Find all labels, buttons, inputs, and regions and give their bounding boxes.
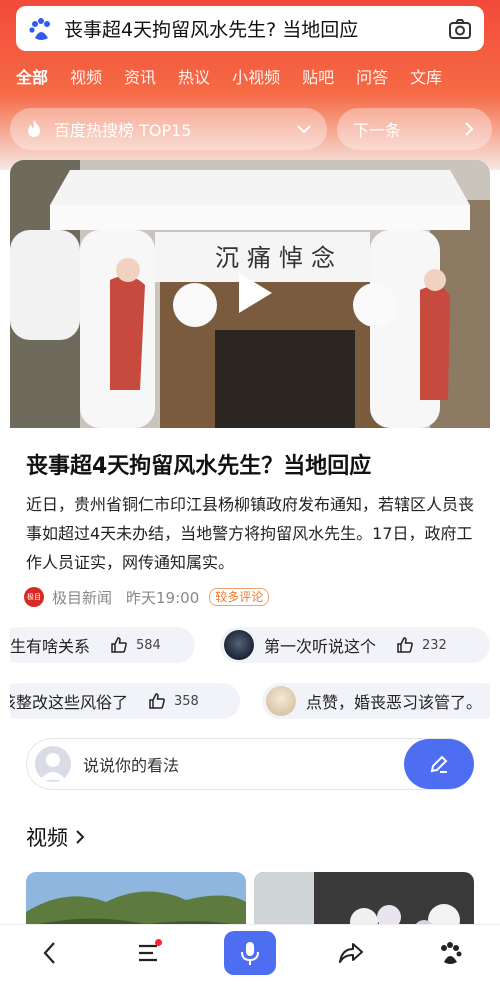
category-tabs: 全部 视频 资讯 热议 小视频 贴吧 问答 文库: [0, 60, 500, 92]
videos-section-header[interactable]: 视频: [26, 822, 88, 852]
thumbs-up-icon[interactable]: [110, 636, 128, 654]
comment-placeholder[interactable]: 说说你的看法: [83, 752, 404, 776]
source-name[interactable]: 极目新闻: [52, 587, 112, 608]
comment-text: 点赞，婚丧恶习该管了。: [306, 693, 483, 712]
status-badge: 较多评论: [209, 588, 270, 606]
system-home-bar: [0, 980, 500, 993]
avatar: [266, 686, 296, 716]
voice-search-button[interactable]: [223, 930, 276, 975]
tab-qa[interactable]: 问答: [356, 64, 388, 88]
baidu-paw-icon: [29, 17, 50, 40]
chevron-right-icon: [76, 830, 85, 844]
source-logo: 极目: [24, 587, 44, 607]
like-count: 584: [136, 637, 161, 653]
videos-section-title: 视频: [26, 826, 68, 850]
like-count: 232: [422, 637, 447, 653]
thumbs-up-icon[interactable]: [396, 636, 414, 654]
tab-news[interactable]: 资讯: [124, 64, 156, 88]
thumbs-up-icon[interactable]: [148, 692, 166, 710]
video-player[interactable]: 沉痛悼念: [10, 160, 490, 428]
article-meta: 极目 极目新闻 昨天19:00 较多评论: [24, 585, 270, 609]
menu-button[interactable]: [124, 931, 174, 975]
next-label: 下一条: [353, 121, 402, 140]
article-summary[interactable]: 近日，贵州省铜仁市印江县杨柳镇政府发布通知，若辖区人员丧事如超过4天未办结，当地…: [26, 490, 476, 577]
pencil-icon: [430, 755, 448, 773]
article-title[interactable]: 丧事超4天拘留风水先生？当地回应: [26, 448, 476, 480]
comment-input[interactable]: 说说你的看法: [26, 738, 474, 790]
publish-time: 昨天19:00: [126, 588, 200, 607]
tab-tieba[interactable]: 贴吧: [302, 64, 334, 88]
comment-bubble[interactable]: 生有啥关系 584: [10, 627, 195, 663]
back-arrow-icon: [43, 941, 55, 964]
comment-bubble[interactable]: 该整改这些风俗了 358: [10, 683, 240, 719]
tab-discussion[interactable]: 热议: [178, 64, 210, 88]
comment-bubble[interactable]: 第一次听说这个 232: [220, 627, 490, 663]
hot-list-label: 百度热搜榜 TOP15: [54, 121, 192, 140]
baidu-home-button[interactable]: [425, 931, 475, 975]
search-bar[interactable]: 丧事超4天拘留风水先生? 当地回应: [16, 6, 484, 51]
comment-text: 第一次听说这个: [264, 637, 377, 656]
camera-icon[interactable]: [448, 17, 472, 41]
tab-video[interactable]: 视频: [70, 64, 102, 88]
comment-text: 该整改这些风俗了: [10, 693, 129, 712]
comment-text: 生有啥关系: [10, 637, 91, 656]
write-comment-button[interactable]: [404, 739, 474, 789]
notification-dot: [155, 938, 163, 946]
play-icon[interactable]: [235, 270, 275, 316]
microphone-icon: [240, 941, 259, 965]
share-button[interactable]: [326, 931, 376, 975]
like-count: 358: [174, 693, 199, 709]
baidu-paw-icon: [441, 941, 462, 964]
tab-all[interactable]: 全部: [16, 64, 48, 88]
bottom-navbar: [0, 924, 500, 980]
comment-bubble[interactable]: 点赞，婚丧恶习该管了。: [262, 683, 490, 719]
fire-icon: [28, 120, 40, 137]
article-card: 沉痛悼念 丧事超4天拘留风水先生？当地回应 近日，贵州省铜仁市印江县杨柳镇政府发…: [10, 160, 490, 980]
user-avatar: [35, 746, 71, 782]
avatar: [224, 630, 254, 660]
share-icon: [338, 942, 363, 963]
default-avatar-icon: [40, 753, 66, 780]
chevron-down-icon: [297, 125, 311, 134]
video-caption: 沉痛悼念: [215, 244, 343, 272]
tab-short-video[interactable]: 小视频: [232, 64, 280, 88]
next-button[interactable]: 下一条: [337, 108, 492, 150]
search-query[interactable]: 丧事超4天拘留风水先生? 当地回应: [64, 15, 448, 42]
tab-wenku[interactable]: 文库: [410, 64, 442, 88]
chevron-right-icon: [465, 122, 474, 136]
back-button[interactable]: [25, 931, 75, 975]
hot-list-dropdown[interactable]: 百度热搜榜 TOP15: [10, 108, 327, 150]
